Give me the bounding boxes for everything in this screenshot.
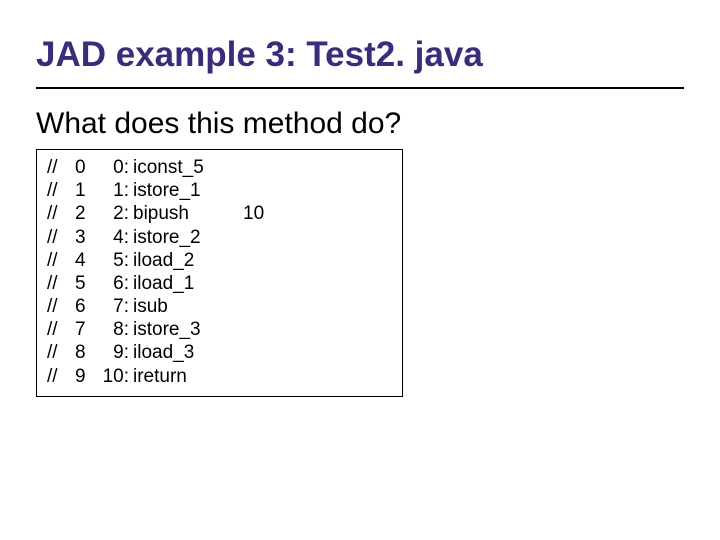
row-offset: 6:	[97, 272, 133, 295]
row-opcode: isub	[133, 295, 243, 318]
row-offset: 10:	[97, 365, 133, 388]
code-row: // 4 5: iload_2	[47, 249, 392, 272]
row-operand	[243, 272, 283, 295]
bytecode-listing: // 0 0: iconst_5 // 1 1: istore_1 // 2 2…	[36, 149, 403, 397]
row-offset: 7:	[97, 295, 133, 318]
row-opcode: istore_1	[133, 179, 243, 202]
slide-subtitle: What does this method do?	[36, 107, 684, 142]
row-index: 4	[75, 249, 97, 272]
row-index: 6	[75, 295, 97, 318]
row-operand	[243, 156, 283, 179]
row-operand	[243, 318, 283, 341]
row-operand	[243, 295, 283, 318]
row-opcode: iload_2	[133, 249, 243, 272]
row-operand	[243, 341, 283, 364]
code-row: // 2 2: bipush 10	[47, 202, 392, 225]
code-row: // 5 6: iload_1	[47, 272, 392, 295]
row-prefix: //	[47, 156, 75, 179]
row-index: 7	[75, 318, 97, 341]
row-offset: 8:	[97, 318, 133, 341]
code-row: // 1 1: istore_1	[47, 179, 392, 202]
row-operand	[243, 365, 283, 388]
row-prefix: //	[47, 272, 75, 295]
row-opcode: ireturn	[133, 365, 243, 388]
row-prefix: //	[47, 202, 75, 225]
row-index: 0	[75, 156, 97, 179]
row-operand	[243, 226, 283, 249]
row-index: 1	[75, 179, 97, 202]
row-operand: 10	[243, 202, 283, 225]
row-opcode: iload_3	[133, 341, 243, 364]
row-prefix: //	[47, 341, 75, 364]
code-row: // 0 0: iconst_5	[47, 156, 392, 179]
row-prefix: //	[47, 318, 75, 341]
code-row: // 7 8: istore_3	[47, 318, 392, 341]
row-index: 5	[75, 272, 97, 295]
row-offset: 9:	[97, 341, 133, 364]
row-opcode: istore_2	[133, 226, 243, 249]
slide: JAD example 3: Test2. java What does thi…	[0, 0, 720, 540]
row-prefix: //	[47, 249, 75, 272]
row-offset: 4:	[97, 226, 133, 249]
row-operand	[243, 249, 283, 272]
row-operand	[243, 179, 283, 202]
row-index: 2	[75, 202, 97, 225]
row-opcode: iload_1	[133, 272, 243, 295]
row-prefix: //	[47, 179, 75, 202]
row-opcode: istore_3	[133, 318, 243, 341]
row-index: 8	[75, 341, 97, 364]
row-index: 3	[75, 226, 97, 249]
code-row: // 8 9: iload_3	[47, 341, 392, 364]
row-offset: 1:	[97, 179, 133, 202]
row-prefix: //	[47, 295, 75, 318]
row-offset: 5:	[97, 249, 133, 272]
row-offset: 0:	[97, 156, 133, 179]
code-row: // 9 10: ireturn	[47, 365, 392, 388]
row-prefix: //	[47, 365, 75, 388]
code-row: // 3 4: istore_2	[47, 226, 392, 249]
slide-title: JAD example 3: Test2. java	[36, 36, 684, 89]
row-offset: 2:	[97, 202, 133, 225]
row-opcode: iconst_5	[133, 156, 243, 179]
code-row: // 6 7: isub	[47, 295, 392, 318]
row-prefix: //	[47, 226, 75, 249]
row-index: 9	[75, 365, 97, 388]
row-opcode: bipush	[133, 202, 243, 225]
